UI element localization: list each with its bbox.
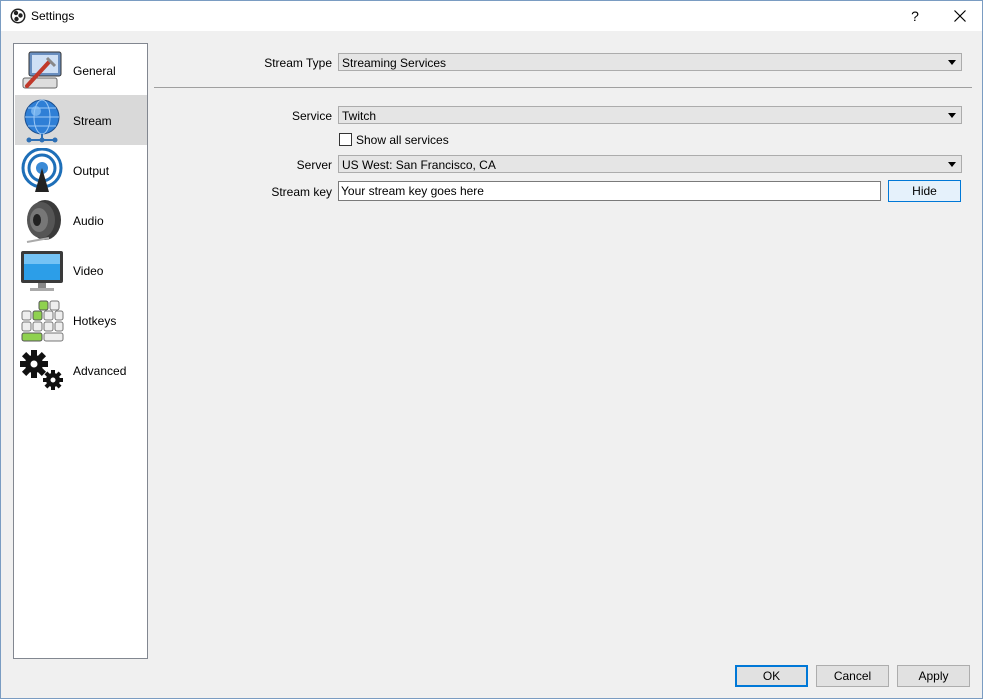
title-bar[interactable]: Settings ? [1,1,982,31]
stream-type-label: Stream Type [264,56,332,70]
sidebar-item-label: General [73,64,116,78]
close-button[interactable] [938,1,982,31]
stream-key-label: Stream key [271,185,332,199]
sidebar-item-label: Advanced [73,364,127,378]
stream-type-dropdown[interactable]: Streaming Services [338,53,962,71]
sidebar-item-label: Output [73,164,110,178]
speaker-icon [26,200,61,243]
sidebar-item-label: Video [73,264,104,278]
chevron-down-icon [948,60,956,65]
show-all-services-checkbox[interactable] [339,133,352,146]
service-value: Twitch [342,109,377,123]
server-dropdown[interactable]: US West: San Francisco, CA [338,155,962,173]
sidebar-item-label: Audio [73,214,104,228]
show-all-services-label[interactable]: Show all services [356,133,449,147]
ok-button[interactable]: OK [735,665,808,687]
cancel-button[interactable]: Cancel [816,665,889,687]
chevron-down-icon [948,113,956,118]
server-label: Server [296,158,332,172]
obs-logo-icon [10,8,26,24]
sidebar-item-stream[interactable]: Stream [15,95,147,145]
sidebar-item-label: Stream [73,114,112,128]
gears-icon [20,350,63,390]
help-button[interactable]: ? [897,1,933,31]
sidebar-item-video[interactable]: Video [15,245,147,295]
sidebar-item-audio[interactable]: Audio [15,195,147,245]
section-divider [154,87,972,88]
stream-key-input[interactable] [341,183,871,199]
sidebar-item-output[interactable]: Output [15,145,147,195]
broadcast-antenna-icon [21,148,63,192]
keyboard-icon [21,300,64,342]
server-value: US West: San Francisco, CA [342,158,496,172]
window-title: Settings [31,9,75,23]
settings-sidebar: General Stream Output Audio Video Hotkey… [13,43,148,659]
sidebar-item-label: Hotkeys [73,314,117,328]
globe-network-icon [24,99,60,143]
hide-key-button[interactable]: Hide [888,180,961,202]
monitor-icon [21,251,63,291]
stream-type-value: Streaming Services [342,56,447,70]
settings-window: Settings ? General Stream Output Audio V… [0,0,983,699]
general-icon [22,51,62,89]
apply-button[interactable]: Apply [897,665,970,687]
chevron-down-icon [948,162,956,167]
sidebar-item-hotkeys[interactable]: Hotkeys [15,295,147,345]
sidebar-item-general[interactable]: General [15,45,147,95]
close-icon [954,10,966,22]
service-dropdown[interactable]: Twitch [338,106,962,124]
sidebar-item-advanced[interactable]: Advanced [15,345,147,395]
stream-key-field[interactable] [338,181,881,201]
service-label: Service [291,109,332,123]
